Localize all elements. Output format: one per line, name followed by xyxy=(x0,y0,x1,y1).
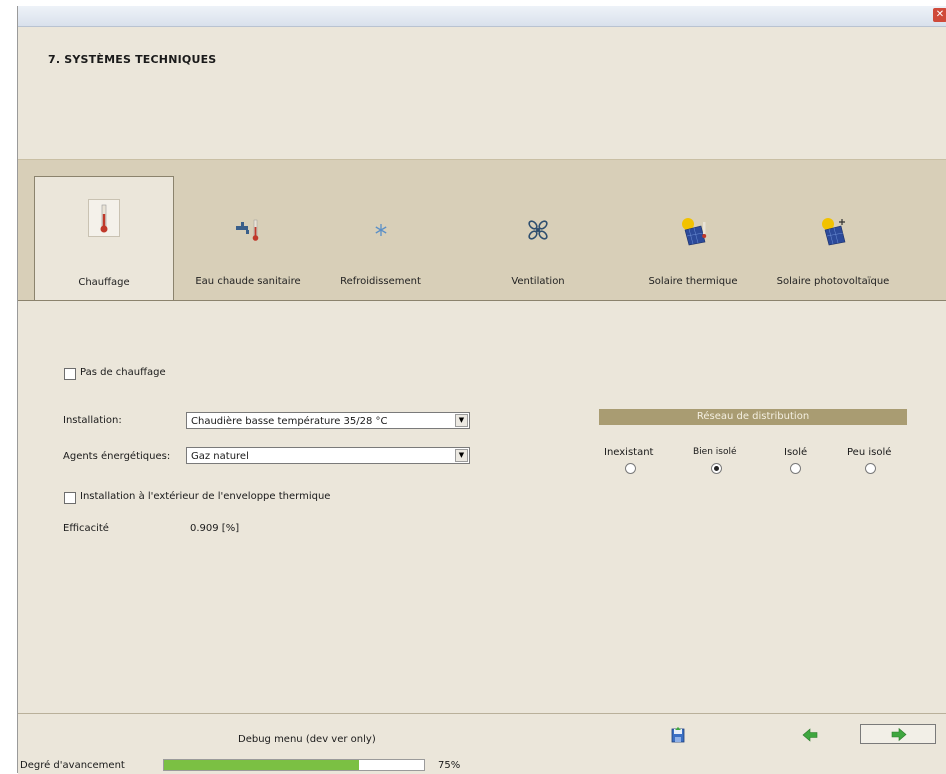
efficiency-label: Efficacité xyxy=(63,523,109,534)
close-button[interactable]: ✕ xyxy=(933,8,946,22)
installation-select[interactable]: Chaudière basse température 35/28 °C ▼ xyxy=(186,412,470,429)
solar-thermal-icon xyxy=(679,216,707,246)
tab-label: Refroidissement xyxy=(340,276,421,287)
radio-bien-isole[interactable] xyxy=(711,463,722,474)
exterior-installation-checkbox[interactable] xyxy=(64,492,76,504)
radio-label-inexistant: Inexistant xyxy=(604,447,654,458)
tab-bar: Chauffage Eau chaude sanitaire Refroidis… xyxy=(18,159,946,303)
tab-label: Ventilation xyxy=(511,276,565,287)
radio-label-bien-isole: Bien isolé xyxy=(693,447,737,457)
exterior-installation-label: Installation à l'extérieur de l'envelopp… xyxy=(80,491,331,502)
faucet-icon xyxy=(234,216,262,244)
progress-label: Degré d'avancement xyxy=(20,760,125,771)
distribution-header: Réseau de distribution xyxy=(599,409,907,425)
radio-inexistant[interactable] xyxy=(625,463,636,474)
title-bar: ✕ xyxy=(18,6,946,27)
debug-menu-link[interactable]: Debug menu (dev ver only) xyxy=(238,734,376,745)
installation-label: Installation: xyxy=(63,415,122,426)
progress-percent: 75% xyxy=(438,760,461,771)
back-arrow-icon[interactable] xyxy=(800,726,820,744)
radio-label-peu-isole: Peu isolé xyxy=(847,447,892,458)
installation-value: Chaudière basse température 35/28 °C xyxy=(191,416,388,427)
no-heating-label: Pas de chauffage xyxy=(80,367,166,378)
page-title: 7. SYSTÈMES TECHNIQUES xyxy=(48,53,217,66)
thermometer-icon xyxy=(88,199,120,237)
radio-label-isole: Isolé xyxy=(784,447,808,458)
next-button[interactable] xyxy=(860,724,936,744)
forward-arrow-icon xyxy=(891,727,907,742)
tab-solaire-thermique[interactable]: Solaire thermique xyxy=(628,176,758,302)
chevron-down-icon[interactable]: ▼ xyxy=(455,449,468,462)
footer-bar: Debug menu (dev ver only) Degré d'avance… xyxy=(18,713,946,774)
solar-pv-icon xyxy=(819,216,847,246)
tab-solaire-photovoltaique[interactable]: Solaire photovoltaïque xyxy=(758,176,908,302)
tab-label: Chauffage xyxy=(78,277,130,288)
app-window: ✕ 7. SYSTÈMES TECHNIQUES Chauffage Eau c… xyxy=(17,6,946,774)
tab-label: Eau chaude sanitaire xyxy=(195,276,301,287)
tab-ventilation[interactable]: Ventilation xyxy=(478,176,598,302)
save-icon[interactable] xyxy=(668,726,688,744)
agents-label: Agents énergétiques: xyxy=(63,451,171,462)
chevron-down-icon[interactable]: ▼ xyxy=(455,414,468,427)
progress-fill xyxy=(164,760,359,770)
tab-refroidissement[interactable]: Refroidissement xyxy=(318,176,443,302)
tab-chauffage[interactable]: Chauffage xyxy=(34,176,174,303)
agents-value: Gaz naturel xyxy=(191,451,249,462)
agents-select[interactable]: Gaz naturel ▼ xyxy=(186,447,470,464)
page-header: 7. SYSTÈMES TECHNIQUES xyxy=(18,27,946,159)
tab-label: Solaire photovoltaïque xyxy=(776,276,890,287)
tab-label: Solaire thermique xyxy=(648,276,738,287)
radio-isole[interactable] xyxy=(790,463,801,474)
radio-peu-isole[interactable] xyxy=(865,463,876,474)
snowflake-icon xyxy=(367,216,395,244)
heating-panel: Pas de chauffage Installation: Chaudière… xyxy=(18,301,946,713)
progress-bar xyxy=(163,759,425,771)
fan-icon xyxy=(524,216,552,244)
efficiency-value: 0.909 [%] xyxy=(190,523,240,534)
tab-eau-chaude-sanitaire[interactable]: Eau chaude sanitaire xyxy=(178,176,318,302)
no-heating-checkbox[interactable] xyxy=(64,368,76,380)
